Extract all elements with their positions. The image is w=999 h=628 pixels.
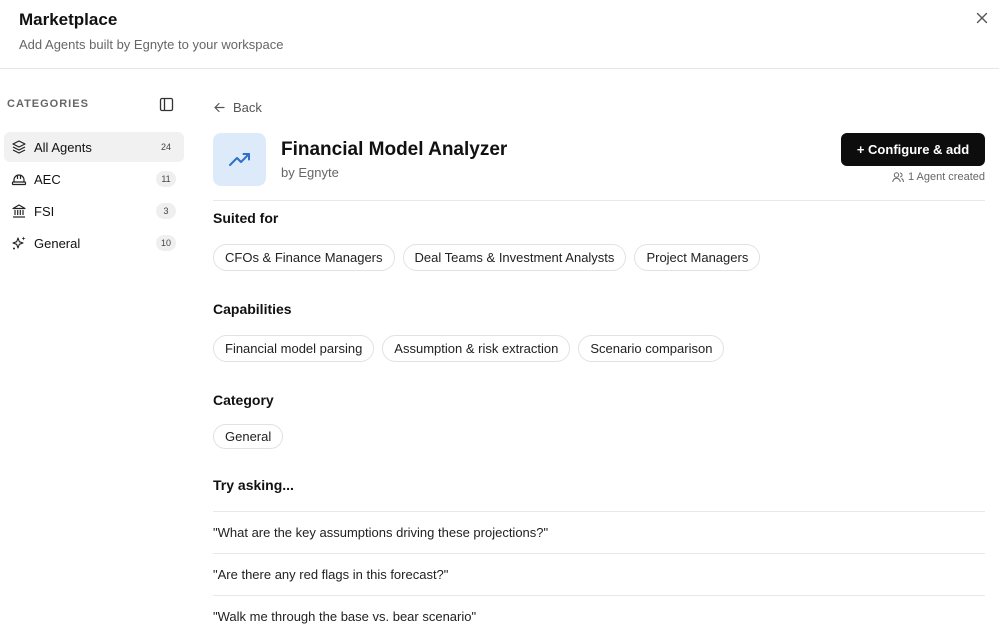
capabilities-heading: Capabilities xyxy=(213,301,292,317)
prompt-suggestion[interactable]: "Are there any red flags in this forecas… xyxy=(213,553,985,595)
bank-icon xyxy=(11,203,27,219)
sidebar-item-label: FSI xyxy=(34,203,55,219)
layers-icon xyxy=(11,139,27,155)
hard-hat-icon xyxy=(11,171,27,187)
capabilities-chips: Financial model parsing Assumption & ris… xyxy=(213,335,725,362)
capability-chip: Scenario comparison xyxy=(578,335,725,362)
suited-for-heading: Suited for xyxy=(213,210,279,226)
modal-header: Marketplace Add Agents built by Egnyte t… xyxy=(0,0,999,69)
sidebar-panel-icon xyxy=(159,97,174,112)
sidebar-item-fsi[interactable]: FSI 3 xyxy=(4,196,184,226)
sparkles-icon xyxy=(11,235,27,251)
category-chips: General xyxy=(213,424,284,449)
count-badge: 10 xyxy=(156,235,176,251)
trending-up-icon xyxy=(228,152,250,166)
configure-and-add-button[interactable]: + Configure & add xyxy=(841,133,985,166)
agent-icon-tile xyxy=(213,133,266,186)
agent-title: Financial Model Analyzer xyxy=(281,139,508,160)
page-subtitle: Add Agents built by Egnyte to your works… xyxy=(19,37,284,52)
category-chip: General xyxy=(213,424,284,449)
sidebar-item-label: All Agents xyxy=(34,139,92,155)
categories-heading: CATEGORIES xyxy=(7,98,89,110)
arrow-left-icon xyxy=(214,102,225,113)
categories-sidebar: CATEGORIES All Agents 24 AEC 11 FSI 3 Ge… xyxy=(0,69,192,628)
prompt-suggestion[interactable]: "Walk me through the base vs. bear scena… xyxy=(213,595,985,628)
capability-chip: Financial model parsing xyxy=(213,335,375,362)
count-badge: 3 xyxy=(156,203,176,219)
collapse-sidebar-button[interactable] xyxy=(159,97,174,112)
users-icon xyxy=(892,172,904,183)
page-title: Marketplace xyxy=(19,10,118,29)
back-link[interactable]: Back xyxy=(213,100,262,115)
close-icon xyxy=(976,12,988,24)
sidebar-item-label: General xyxy=(34,235,81,251)
suited-for-chips: CFOs & Finance Managers Deal Teams & Inv… xyxy=(213,244,761,271)
sidebar-item-aec[interactable]: AEC 11 xyxy=(4,164,184,194)
prompt-suggestion[interactable]: "What are the key assumptions driving th… xyxy=(213,511,985,553)
sidebar-item-general[interactable]: General 10 xyxy=(4,228,184,258)
divider xyxy=(213,200,985,201)
agents-created-count: 1 Agent created xyxy=(892,171,985,183)
sidebar-item-all-agents[interactable]: All Agents 24 xyxy=(4,132,184,162)
agents-created-label: 1 Agent created xyxy=(907,171,985,183)
count-badge: 24 xyxy=(160,142,171,152)
close-button[interactable] xyxy=(973,9,991,27)
count-badge: 11 xyxy=(156,171,176,187)
agent-author: by Egnyte xyxy=(281,165,339,180)
sidebar-item-label: AEC xyxy=(34,171,61,187)
suited-for-chip: Deal Teams & Investment Analysts xyxy=(402,244,627,271)
suited-for-chip: Project Managers xyxy=(634,244,761,271)
back-label: Back xyxy=(233,100,262,115)
capability-chip: Assumption & risk extraction xyxy=(382,335,571,362)
try-asking-heading: Try asking... xyxy=(213,477,294,493)
category-heading: Category xyxy=(213,392,274,408)
suited-for-chip: CFOs & Finance Managers xyxy=(213,244,395,271)
